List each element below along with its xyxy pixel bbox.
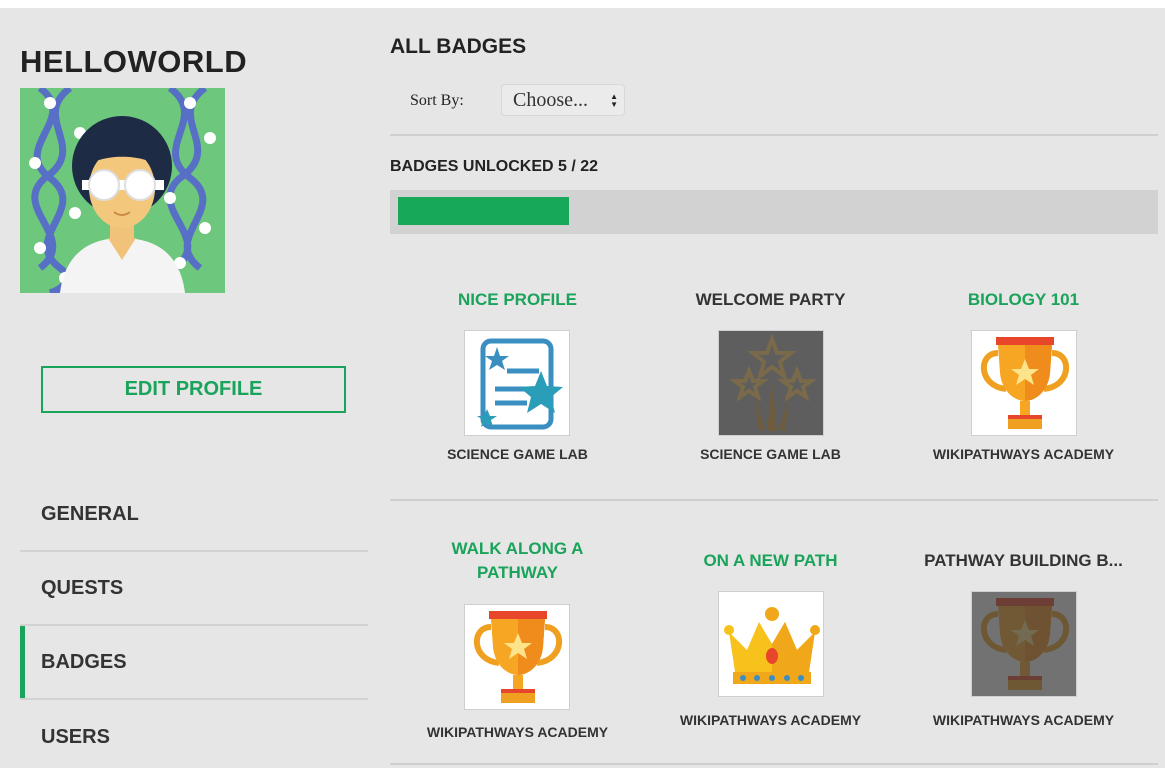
badges-panel: ALL BADGES Sort By: Choose... ▲ ▼ BADGES … (390, 8, 1158, 768)
sort-select-value: Choose... (513, 88, 588, 111)
badge-title: PATHWAY BUILDING B... (924, 551, 1123, 570)
badge-title: WELCOME PARTY (695, 290, 846, 309)
badge-walk-along-a-pathway[interactable]: WALK ALONG A PATHWAY WIKIPATHWAYS ACADEM… (390, 537, 645, 747)
badge-org: WIKIPATHWAYS ACADEMY (426, 724, 609, 740)
badge-org: SCIENCE GAME LAB (447, 446, 588, 462)
sidebar-item-users[interactable]: USERS (20, 700, 368, 768)
page-title: ALL BADGES (390, 35, 527, 58)
badge-org: WIKIPATHWAYS ACADEMY (932, 712, 1115, 728)
badge-title: BIOLOGY 101 (967, 290, 1080, 309)
trophy-icon (971, 330, 1077, 436)
divider (390, 499, 1158, 501)
badge-welcome-party[interactable]: WELCOME PARTY SCIENCE GAME LAB (643, 288, 898, 468)
certificate-icon (464, 330, 570, 436)
profile-sidebar: HELLOWORLD EDIT PROFILE GENERAL QUESTS B… (0, 8, 370, 768)
badge-org: WIKIPATHWAYS ACADEMY (932, 446, 1115, 462)
badge-org: SCIENCE GAME LAB (700, 446, 841, 462)
divider (390, 134, 1158, 136)
fireworks-icon (718, 330, 824, 436)
crown-icon (718, 591, 824, 697)
badge-title: NICE PROFILE (457, 290, 577, 309)
badges-progress-bar (390, 190, 1158, 234)
badge-biology-101[interactable]: BIOLOGY 101 WIKIPATHWAYS ACADEMY (896, 288, 1151, 468)
updown-chevron-icon: ▲ ▼ (610, 92, 618, 109)
username: HELLOWORLD (20, 44, 248, 79)
sidebar-item-badges[interactable]: BADGES (20, 626, 368, 700)
badge-title: WALK ALONG A (451, 539, 584, 558)
badge-title: ON A NEW PATH (703, 551, 838, 570)
badge-org: WIKIPATHWAYS ACADEMY (679, 712, 862, 728)
badges-progress-fill (398, 197, 569, 225)
badge-on-a-new-path[interactable]: ON A NEW PATH WIKIPATHWAYS ACADEMY (643, 549, 898, 739)
badge-title-line2: PATHWAY (477, 563, 558, 582)
badge-pathway-building[interactable]: PATHWAY BUILDING B... WIKIPATHWAYS ACADE… (896, 549, 1151, 739)
trophy-icon (464, 604, 570, 710)
sidebar-item-quests[interactable]: QUESTS (20, 552, 368, 626)
badge-nice-profile[interactable]: NICE PROFILE SCIENCE GAME LAB (390, 288, 645, 468)
sidebar-item-general[interactable]: GENERAL (20, 478, 368, 552)
sort-select[interactable]: Choose... ▲ ▼ (501, 84, 625, 116)
divider (390, 763, 1158, 765)
badges-unlocked-label: BADGES UNLOCKED 5 / 22 (390, 158, 599, 175)
trophy-icon (971, 591, 1077, 697)
top-strip (0, 0, 1165, 8)
scientist-avatar-icon (20, 88, 225, 293)
sort-label: Sort By: (410, 92, 464, 109)
locked-overlay (972, 592, 1076, 696)
edit-profile-button[interactable]: EDIT PROFILE (41, 366, 346, 413)
sidebar-nav: GENERAL QUESTS BADGES USERS (20, 478, 368, 768)
